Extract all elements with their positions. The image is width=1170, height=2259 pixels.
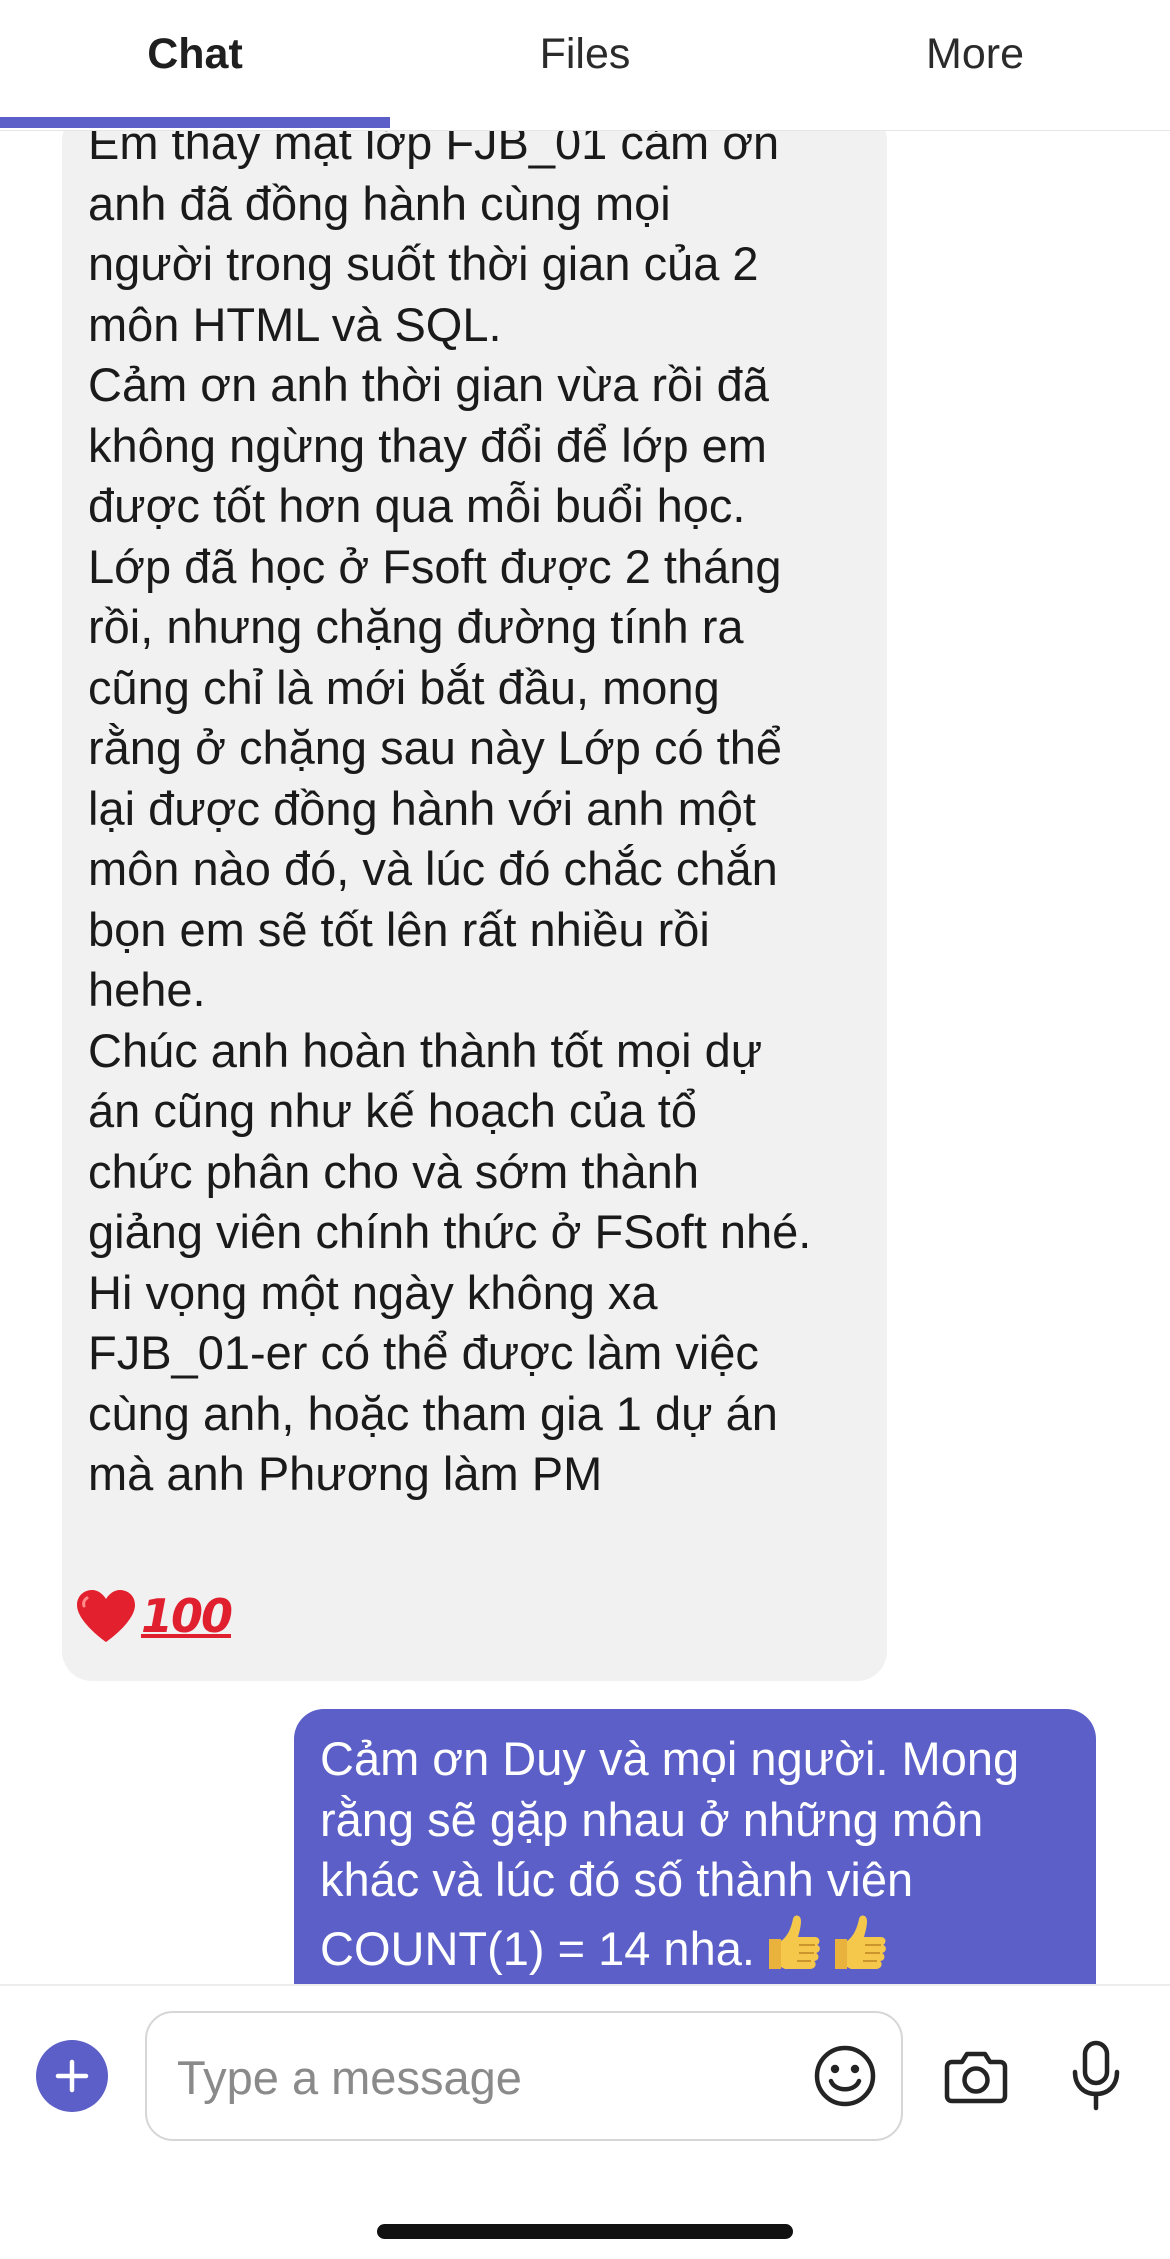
chat-message-list[interactable]: Em thay mặt lớp FJB_01 cảm ơn anh đã đồn…	[0, 131, 1170, 1984]
message-line: bọn em sẽ tốt lên rất nhiều rồi	[88, 902, 710, 956]
active-tab-indicator	[0, 117, 390, 128]
message-line: Hi vọng một ngày không xa	[88, 1265, 658, 1319]
camera-icon[interactable]	[944, 2046, 1008, 2106]
message-input-box[interactable]	[145, 2011, 903, 2141]
message-line: giảng viên chính thức ở FSoft nhé.	[88, 1205, 812, 1258]
message-line: người trong suốt thời gian của 2	[88, 237, 759, 290]
tab-bar: Chat Files More	[0, 0, 1170, 131]
message-reactions[interactable]: 100	[62, 1560, 244, 1671]
thumbs-up-icon	[834, 1914, 886, 1969]
add-attachment-button[interactable]	[36, 2040, 108, 2112]
message-line: án cũng như kế hoạch của tổ	[88, 1084, 697, 1137]
microphone-icon[interactable]	[1070, 2040, 1122, 2112]
message-line: hehe.	[88, 963, 206, 1016]
message-line: cũng chỉ là mới bắt đầu, mong	[88, 660, 720, 714]
message-line: Lớp đã học ở Fsoft được 2 tháng	[88, 539, 782, 593]
composer-divider	[0, 1984, 1170, 1986]
message-line: Cảm ơn Duy và mọi người. Mong	[320, 1732, 1020, 1785]
outgoing-message-text: Cảm ơn Duy và mọi người. Mong rằng sẽ gặ…	[320, 1729, 1070, 1984]
message-line: rằng sẽ gặp nhau ở những môn	[320, 1792, 984, 1846]
incoming-message-text: Em thay mặt lớp FJB_01 cảm ơn anh đã đồn…	[88, 131, 888, 1505]
tab-more[interactable]: More	[780, 30, 1170, 86]
tab-files[interactable]: Files	[390, 30, 780, 86]
message-line: Chúc anh hoàn thành tốt mọi dự	[88, 1023, 763, 1077]
message-line: anh đã đồng hành cùng mọi	[88, 176, 671, 230]
message-line: chức phân cho và sớm thành	[88, 1144, 699, 1198]
hundred-points-icon: 100	[140, 1588, 233, 1643]
message-line: khác và lúc đó số thành viên	[320, 1853, 914, 1906]
heart-icon	[76, 1589, 135, 1642]
message-line: lại được đồng hành với anh một	[88, 781, 756, 835]
thumbs-up-icon	[768, 1914, 820, 1969]
message-line: mà anh Phương làm PM	[88, 1447, 603, 1500]
message-line: FJB_01-er có thể được làm việc	[88, 1326, 759, 1379]
message-line: COUNT(1) = 14 nha.	[320, 1921, 755, 1975]
thumbs-up-emoji-pair	[763, 1911, 895, 1985]
message-line: Cảm ơn anh thời gian vừa rồi đã	[88, 358, 769, 411]
message-line: Em thay mặt lớp FJB_01 cảm ơn	[88, 131, 780, 169]
message-line: rồi, nhưng chặng đường tính ra	[88, 600, 744, 653]
message-line: môn nào đó, và lúc đó chắc chắn	[88, 842, 778, 895]
home-indicator	[377, 2224, 793, 2239]
incoming-message-bubble[interactable]: Em thay mặt lớp FJB_01 cảm ơn anh đã đồn…	[62, 131, 887, 1681]
plus-icon	[55, 2059, 89, 2093]
emoji-icon[interactable]	[813, 2044, 877, 2108]
message-line: môn HTML và SQL.	[88, 297, 502, 351]
tab-chat[interactable]: Chat	[0, 30, 390, 86]
message-line: cùng anh, hoặc tham gia 1 dự án	[88, 1386, 778, 1440]
message-input[interactable]	[177, 2043, 797, 2111]
message-line: rằng ở chặng sau này Lớp có thể	[88, 721, 782, 774]
message-line: được tốt hơn qua mỗi buổi học.	[88, 479, 746, 532]
message-line: không ngừng thay đổi để lớp em	[88, 418, 767, 472]
outgoing-message-bubble[interactable]: Cảm ơn Duy và mọi người. Mong rằng sẽ gặ…	[294, 1709, 1096, 1984]
message-line-with-emoji: COUNT(1) = 14 nha.	[320, 1911, 1070, 1985]
